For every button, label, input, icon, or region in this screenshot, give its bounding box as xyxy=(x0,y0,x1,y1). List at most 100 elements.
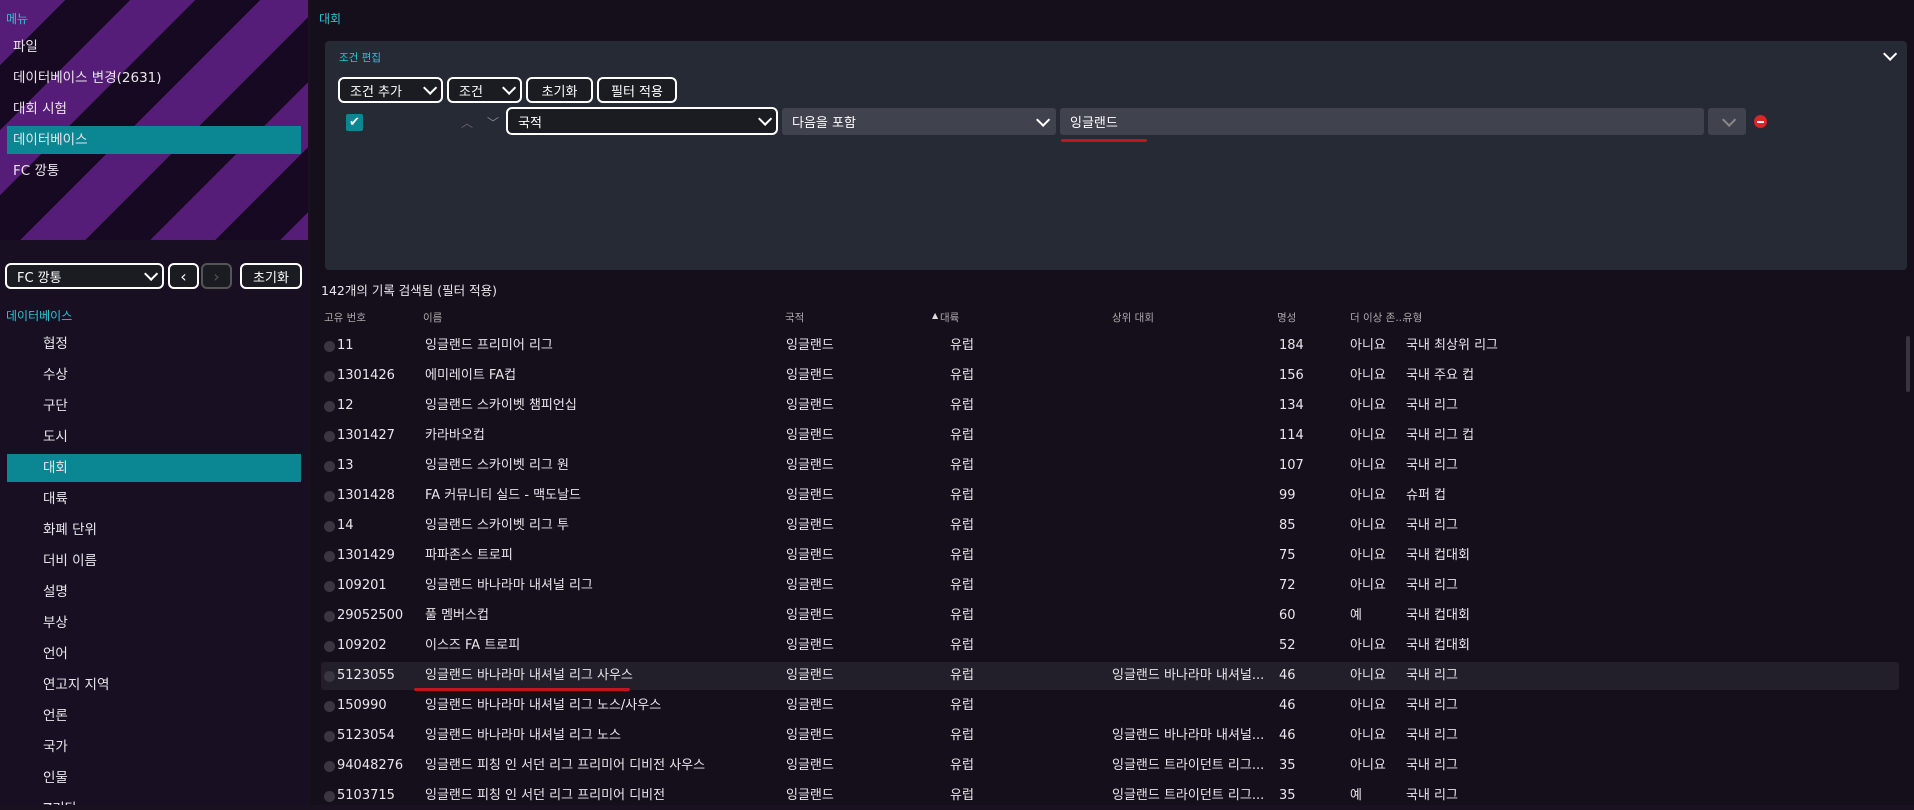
column-header[interactable]: 대륙 xyxy=(940,310,959,325)
menu-item[interactable]: 데이터베이스 xyxy=(7,126,301,154)
chevron-down-icon xyxy=(1722,112,1737,127)
database-item[interactable]: 더비 이름 xyxy=(7,547,301,575)
table-row[interactable]: 1301427 카라바오컵 잉글랜드 유럽 114 아니요 국내 리그 컵 xyxy=(321,422,1899,450)
filter-reset-button[interactable]: 초기화 xyxy=(526,77,593,103)
condition-checkbox[interactable]: ✔ xyxy=(346,114,363,131)
cell-continent: 유럽 xyxy=(950,458,974,473)
cell-name: 이스즈 FA 트로피 xyxy=(425,638,521,653)
cell-name: 잉글랜드 스카이벳 챔피언십 xyxy=(425,398,577,413)
database-item[interactable]: 구단 xyxy=(7,392,301,420)
database-item[interactable]: 대륙 xyxy=(7,485,301,513)
cell-parent: 잉글랜드 트라이던트 리그... xyxy=(1112,758,1265,773)
move-up-icon[interactable]: ︿ xyxy=(461,114,473,131)
club-select[interactable]: FC 깡통 xyxy=(5,263,164,289)
database-item[interactable]: 설명 xyxy=(7,578,301,606)
database-item[interactable]: 국가 xyxy=(7,733,301,761)
row-status-icon xyxy=(324,671,335,682)
cell-continent: 유럽 xyxy=(950,698,974,713)
add-condition-button[interactable]: 조건 추가 xyxy=(338,77,443,103)
database-item[interactable]: 도시 xyxy=(7,423,301,451)
table-row[interactable]: 5103715 잉글랜드 피칭 인 서던 리그 프리미어 디비전 잉글랜드 유럽 잉글랜… xyxy=(321,782,1899,810)
database-item[interactable]: 협정 xyxy=(7,330,301,358)
apply-filter-button[interactable]: 필터 적용 xyxy=(597,77,677,103)
table-row[interactable]: 1301428 FA 커뮤니티 실드 - 맥도날드 잉글랜드 유럽 99 아니요 슈퍼 컵 xyxy=(321,482,1899,510)
collapse-chevron-icon[interactable] xyxy=(1883,46,1898,61)
table-row[interactable]: 5123055 잉글랜드 바나라마 내셔널 리그 사우스 잉글랜드 유럽 잉글랜드 바나… xyxy=(321,662,1899,690)
table-row[interactable]: 13 잉글랜드 스카이벳 리그 원 잉글랜드 유럽 107 아니요 국내 리그 xyxy=(321,452,1899,480)
cell-type: 국내 리그 xyxy=(1406,788,1458,803)
column-header[interactable]: 명성 xyxy=(1277,310,1296,325)
database-item[interactable]: 대회 xyxy=(7,454,301,482)
cell-extinct: 아니요 xyxy=(1350,368,1386,383)
back-button[interactable]: ‹ xyxy=(168,263,199,289)
menu-item[interactable]: FC 깡통 xyxy=(7,157,301,185)
table-row[interactable]: 1301426 에미레이트 FA컵 잉글랜드 유럽 156 아니요 국내 주요 컵 xyxy=(321,362,1899,390)
table-row[interactable]: 109202 이스즈 FA 트로피 잉글랜드 유럽 52 아니요 국내 컵대회 xyxy=(321,632,1899,660)
chevron-down-icon xyxy=(758,111,773,126)
cell-id: 94048276 xyxy=(337,758,404,773)
column-header[interactable]: 고유 번호 xyxy=(324,310,366,325)
scrollbar[interactable] xyxy=(1906,336,1910,392)
database-item[interactable]: 언어 xyxy=(7,640,301,668)
menu-item[interactable]: 데이터베이스 변경(2631) xyxy=(7,64,301,92)
cell-type: 국내 컵대회 xyxy=(1406,638,1470,653)
cell-rep: 35 xyxy=(1279,788,1296,803)
menu-item[interactable]: 대회 시험 xyxy=(7,95,301,123)
database-item[interactable]: 언론 xyxy=(7,702,301,730)
column-header[interactable]: 더 이상 존... xyxy=(1350,310,1405,325)
remove-condition-icon[interactable] xyxy=(1754,115,1767,128)
column-header[interactable]: 국적 xyxy=(785,310,804,325)
database-item[interactable]: Z기타 xyxy=(7,795,301,805)
cell-nation: 잉글랜드 xyxy=(786,368,834,383)
cell-continent: 유럽 xyxy=(950,578,974,593)
database-item[interactable]: 부상 xyxy=(7,609,301,637)
row-status-icon xyxy=(324,401,335,412)
cell-name: 잉글랜드 바나라마 내셔널 리그 노스 xyxy=(425,728,621,743)
table-row[interactable]: 29052500 풀 멤버스컵 잉글랜드 유럽 60 예 국내 컵대회 xyxy=(321,602,1899,630)
database-item[interactable]: 화폐 단위 xyxy=(7,516,301,544)
table-row[interactable]: 109201 잉글랜드 바나라마 내셔널 리그 잉글랜드 유럽 72 아니요 국내 리그 xyxy=(321,572,1899,600)
cell-name: 잉글랜드 피칭 인 서던 리그 프리미어 디비전 사우스 xyxy=(425,758,706,773)
table-row[interactable]: 1301429 파파존스 트로피 잉글랜드 유럽 75 아니요 국내 컵대회 xyxy=(321,542,1899,570)
row-status-icon xyxy=(324,491,335,502)
add-condition-label: 조건 추가 xyxy=(350,84,402,100)
cell-id: 29052500 xyxy=(337,608,404,623)
cell-id: 109201 xyxy=(337,578,387,593)
cell-rep: 134 xyxy=(1279,398,1304,413)
menu-item[interactable]: 파일 xyxy=(7,33,301,61)
condition-button[interactable]: 조건 xyxy=(447,77,522,103)
cell-extinct: 아니요 xyxy=(1350,578,1386,593)
operator-select[interactable]: 다음을 포함 xyxy=(782,108,1056,135)
cell-continent: 유럽 xyxy=(950,668,974,683)
table-row[interactable]: 12 잉글랜드 스카이벳 챔피언십 잉글랜드 유럽 134 아니요 국내 리그 xyxy=(321,392,1899,420)
value-input[interactable]: 잉글랜드 xyxy=(1060,108,1704,135)
cell-nation: 잉글랜드 xyxy=(786,398,834,413)
table-row[interactable]: 94048276 잉글랜드 피칭 인 서던 리그 프리미어 디비전 사우스 잉글랜드… xyxy=(321,752,1899,780)
database-item[interactable]: 인물 xyxy=(7,764,301,792)
cell-continent: 유럽 xyxy=(950,368,974,383)
cell-type: 국내 리그 컵 xyxy=(1406,428,1475,443)
cell-extinct: 아니요 xyxy=(1350,548,1386,563)
column-header[interactable]: 상위 대회 xyxy=(1112,310,1154,325)
chevron-down-icon xyxy=(144,266,159,281)
chevron-down-icon xyxy=(423,80,438,95)
cell-rep: 46 xyxy=(1279,668,1296,683)
database-item[interactable]: 수상 xyxy=(7,361,301,389)
cell-type: 국내 리그 xyxy=(1406,728,1458,743)
cell-rep: 46 xyxy=(1279,698,1296,713)
table-row[interactable]: 11 잉글랜드 프리미어 리그 잉글랜드 유럽 184 아니요 국내 최상위 리그 xyxy=(321,332,1899,360)
cell-nation: 잉글랜드 xyxy=(786,578,834,593)
table-row[interactable]: 150990 잉글랜드 바나라마 내셔널 리그 노스/사우스 잉글랜드 유럽 46 아니요… xyxy=(321,692,1899,720)
column-header[interactable]: 유형 xyxy=(1403,310,1422,325)
value-dropdown[interactable] xyxy=(1708,108,1746,135)
table-row[interactable]: 14 잉글랜드 스카이벳 리그 투 잉글랜드 유럽 85 아니요 국내 리그 xyxy=(321,512,1899,540)
move-down-icon[interactable]: ﹀ xyxy=(487,114,499,131)
table-row[interactable]: 5123054 잉글랜드 바나라마 내셔널 리그 노스 잉글랜드 유럽 잉글랜드 바나라… xyxy=(321,722,1899,750)
forward-button[interactable]: › xyxy=(201,263,232,289)
menu-title: 메뉴 xyxy=(6,12,29,26)
row-status-icon xyxy=(324,581,335,592)
field-select[interactable]: 국적 xyxy=(506,107,778,135)
column-header[interactable]: 이름 xyxy=(423,310,442,325)
sidebar-reset-button[interactable]: 초기화 xyxy=(240,263,302,289)
database-item[interactable]: 연고지 지역 xyxy=(7,671,301,699)
